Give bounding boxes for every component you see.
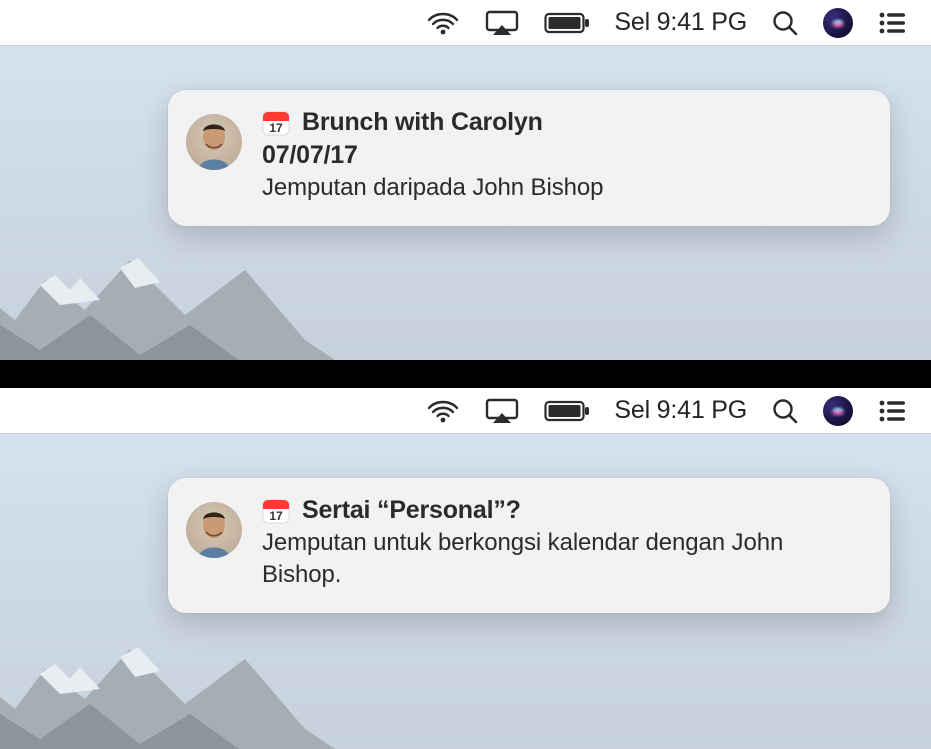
desktop-background: 17 Brunch with Carolyn 07/07/17 Jemputan… bbox=[0, 46, 931, 360]
desktop-background: 17 Sertai “Personal”? Jemputan untuk ber… bbox=[0, 434, 931, 749]
menubar-clock[interactable]: Sel 9:41 PG bbox=[614, 8, 747, 37]
notification-title: Sertai “Personal”? bbox=[302, 496, 521, 525]
wifi-icon[interactable] bbox=[426, 398, 460, 424]
battery-icon[interactable] bbox=[544, 12, 590, 34]
svg-text:17: 17 bbox=[269, 509, 283, 523]
notification-body: Jemputan daripada John Bishop bbox=[262, 172, 822, 204]
wallpaper-mountain bbox=[0, 619, 380, 749]
notification-center-icon[interactable] bbox=[877, 10, 907, 36]
menubar: Sel 9:41 PG bbox=[0, 0, 931, 46]
notification-date: 07/07/17 bbox=[262, 139, 868, 171]
wifi-icon[interactable] bbox=[426, 10, 460, 36]
notification-calendar-share[interactable]: 17 Sertai “Personal”? Jemputan untuk ber… bbox=[168, 478, 890, 613]
notification-title: Brunch with Carolyn bbox=[302, 108, 543, 137]
search-icon[interactable] bbox=[771, 397, 799, 425]
siri-icon[interactable] bbox=[823, 8, 853, 38]
airplay-icon[interactable] bbox=[484, 397, 520, 425]
avatar bbox=[186, 114, 242, 170]
menubar: Sel 9:41 PG bbox=[0, 388, 931, 434]
notification-event-invite[interactable]: 17 Brunch with Carolyn 07/07/17 Jemputan… bbox=[168, 90, 890, 226]
calendar-icon: 17 bbox=[262, 109, 290, 137]
separator bbox=[0, 360, 931, 388]
airplay-icon[interactable] bbox=[484, 9, 520, 37]
siri-icon[interactable] bbox=[823, 396, 853, 426]
avatar bbox=[186, 502, 242, 558]
wallpaper-mountain bbox=[0, 230, 380, 360]
calendar-icon: 17 bbox=[262, 497, 290, 525]
search-icon[interactable] bbox=[771, 9, 799, 37]
svg-text:17: 17 bbox=[269, 121, 283, 135]
notification-center-icon[interactable] bbox=[877, 398, 907, 424]
battery-icon[interactable] bbox=[544, 400, 590, 422]
notification-body: Jemputan untuk berkongsi kalendar dengan… bbox=[262, 527, 822, 591]
menubar-clock[interactable]: Sel 9:41 PG bbox=[614, 396, 747, 425]
